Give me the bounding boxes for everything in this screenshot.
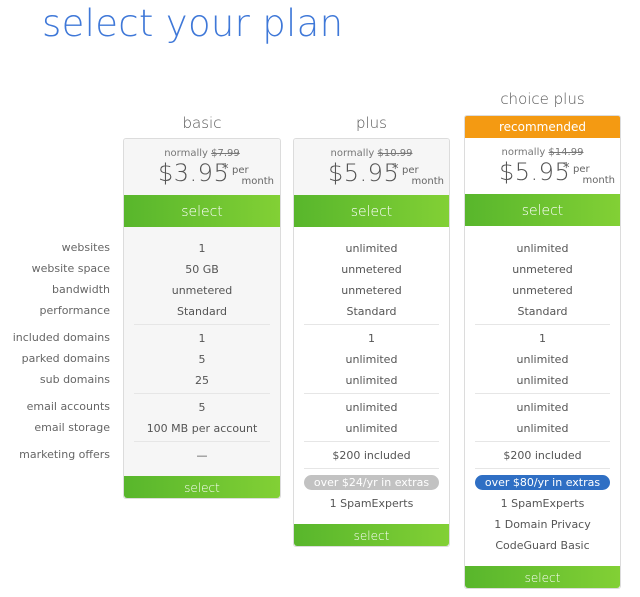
extra-item: 1 Domain Privacy <box>494 518 591 531</box>
bottom-select-button-basic[interactable]: select <box>124 476 280 498</box>
original-price: $7.99 <box>211 148 240 159</box>
feature-value: 5 <box>198 353 206 366</box>
divider <box>134 393 270 394</box>
plan-name-basic: basic <box>182 114 222 132</box>
feature-value: unlimited <box>516 242 569 255</box>
divider <box>304 441 439 442</box>
feature-label: email storage <box>34 421 110 434</box>
divider <box>304 393 439 394</box>
feature-label: websites <box>61 241 110 254</box>
plan-name-plus: plus <box>355 114 387 132</box>
bottom-select-button-plus[interactable]: select <box>294 524 449 546</box>
plan-card-choice-plus: recommended normally $14.99 $5.95 * per … <box>464 115 621 589</box>
sale-price: $3.95 <box>158 159 230 187</box>
feature-value: unmetered <box>512 263 573 276</box>
feature-label: bandwidth <box>52 283 110 296</box>
feature-label: included domains <box>12 331 110 344</box>
recommended-banner: recommended <box>465 116 620 138</box>
feature-value: unmetered <box>341 263 402 276</box>
feature-label: marketing offers <box>19 448 110 461</box>
divider <box>475 393 610 394</box>
price-asterisk: * <box>392 162 399 177</box>
feature-value: unlimited <box>345 422 398 435</box>
bottom-select-button-choice-plus[interactable]: select <box>465 566 620 588</box>
original-price: $14.99 <box>548 147 584 158</box>
divider <box>475 324 610 325</box>
feature-label: website space <box>31 262 110 275</box>
price-asterisk: * <box>563 161 570 176</box>
feature-label: email accounts <box>26 400 110 413</box>
select-button-basic[interactable]: select <box>124 195 280 227</box>
divider <box>304 468 439 469</box>
feature-value: unmetered <box>512 284 573 297</box>
price-box: normally $14.99 $5.95 * per month <box>465 138 620 194</box>
feature-value: unlimited <box>516 401 569 414</box>
divider <box>134 324 270 325</box>
feature-value: unlimited <box>516 353 569 366</box>
sale-price: $5.95 <box>499 158 571 186</box>
price-asterisk: * <box>222 162 229 177</box>
feature-value: unlimited <box>345 353 398 366</box>
per-month: per month <box>402 165 445 187</box>
normal-price: normally $14.99 <box>501 147 584 158</box>
feature-value: $200 included <box>332 449 411 462</box>
sale-price: $5.95 <box>328 159 400 187</box>
feature-value: Standard <box>176 305 228 318</box>
divider <box>475 441 610 442</box>
feature-value: Standard <box>517 305 568 318</box>
feature-label: sub domains <box>39 373 110 386</box>
extras-badge: over $24/yr in extras <box>303 475 440 490</box>
feature-value: unlimited <box>345 242 398 255</box>
feature-value: Standard <box>346 305 397 318</box>
per-month: per month <box>232 165 275 187</box>
feature-value: unmetered <box>341 284 402 297</box>
plan-card-basic: normally $7.99 $3.95 * per month select … <box>123 138 281 499</box>
normal-price: normally $10.99 <box>330 148 413 159</box>
feature-value: unlimited <box>516 422 569 435</box>
per-month: per month <box>573 164 616 186</box>
feature-value: unlimited <box>516 374 569 387</box>
price-box: normally $7.99 $3.95 * per month <box>124 139 280 195</box>
extra-item: 1 SpamExperts <box>500 497 585 510</box>
divider <box>134 441 270 442</box>
page-title: select your plan <box>42 2 344 45</box>
feature-value: unlimited <box>345 374 398 387</box>
feature-value: 5 <box>198 401 206 414</box>
feature-value: 25 <box>195 374 209 387</box>
original-price: $10.99 <box>377 148 413 159</box>
feature-label: performance <box>39 304 110 317</box>
extra-item: 1 SpamExperts <box>329 497 414 510</box>
feature-value: unlimited <box>345 401 398 414</box>
divider <box>304 324 439 325</box>
plan-name-choice-plus: choice plus <box>500 90 585 108</box>
price-box: normally $10.99 $5.95 * per month <box>294 139 449 195</box>
feature-label: parked domains <box>21 352 110 365</box>
feature-value: 1 <box>539 332 546 345</box>
extras-badge: over $80/yr in extras <box>474 475 611 490</box>
select-button-choice-plus[interactable]: select <box>465 194 620 226</box>
feature-value: $200 included <box>503 449 582 462</box>
feature-value: 1 <box>198 332 206 345</box>
feature-value: 1 <box>368 332 375 345</box>
extra-item: CodeGuard Basic <box>495 539 590 552</box>
normal-price: normally $7.99 <box>164 148 240 159</box>
feature-value: — <box>196 449 208 462</box>
feature-value: 1 <box>198 242 206 255</box>
feature-value: 100 MB per account <box>146 422 258 435</box>
divider <box>475 468 610 469</box>
feature-value: unmetered <box>171 284 233 297</box>
select-button-plus[interactable]: select <box>294 195 449 227</box>
feature-value: 50 GB <box>185 263 219 276</box>
plan-card-plus: normally $10.99 $5.95 * per month select… <box>293 138 450 547</box>
